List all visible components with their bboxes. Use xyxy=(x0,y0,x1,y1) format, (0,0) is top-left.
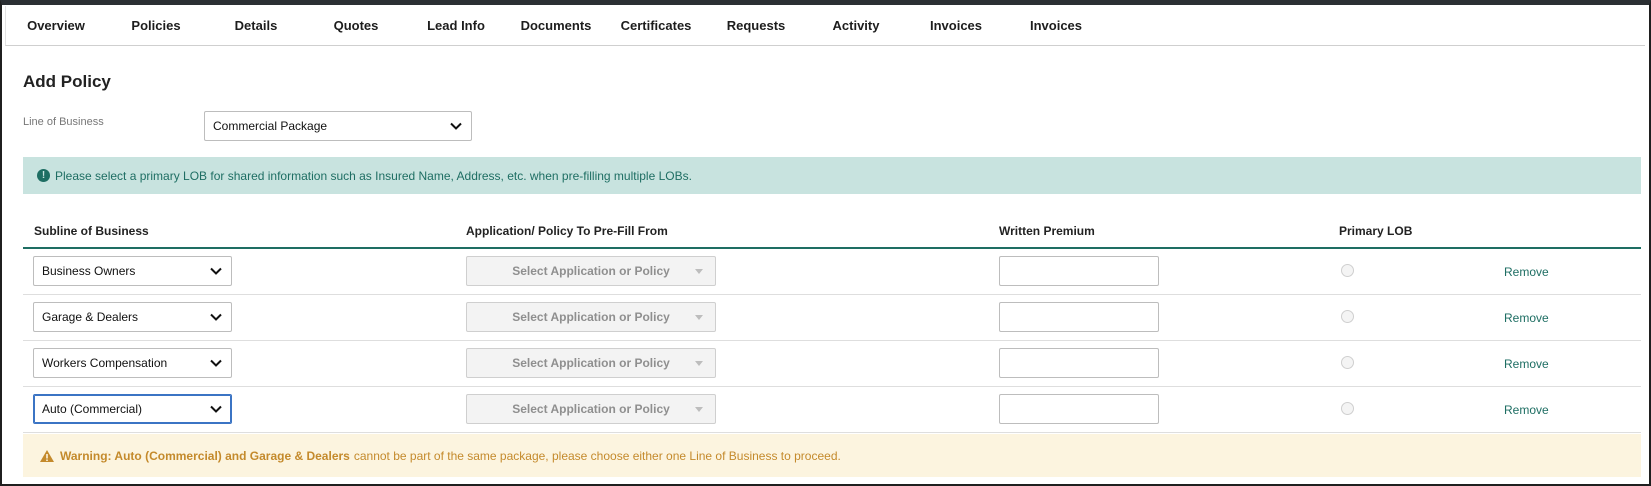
application-policy-select[interactable]: Select Application or Policy xyxy=(466,256,716,286)
warning-triangle-icon xyxy=(40,449,54,462)
primary-lob-radio[interactable] xyxy=(1341,356,1354,369)
application-policy-placeholder: Select Application or Policy xyxy=(512,402,670,416)
header-primary-lob: Primary LOB xyxy=(1339,224,1413,238)
table-row: Garage & Dealers Select Application or P… xyxy=(23,295,1641,341)
primary-lob-radio[interactable] xyxy=(1341,264,1354,277)
header-written-premium: Written Premium xyxy=(999,224,1095,238)
warning-bold-text: Warning: Auto (Commercial) and Garage & … xyxy=(60,448,350,463)
application-policy-placeholder: Select Application or Policy xyxy=(512,264,670,278)
application-policy-placeholder: Select Application or Policy xyxy=(512,356,670,370)
tab-details[interactable]: Details xyxy=(206,18,306,33)
remove-link[interactable]: Remove xyxy=(1504,311,1549,325)
subline-select[interactable]: Workers Compensation xyxy=(33,348,232,378)
application-policy-select[interactable]: Select Application or Policy xyxy=(466,348,716,378)
tab-policies[interactable]: Policies xyxy=(106,18,206,33)
line-of-business-select[interactable]: Commercial Package xyxy=(204,111,472,141)
tab-lead-info[interactable]: Lead Info xyxy=(406,18,506,33)
subline-select[interactable]: Business Owners xyxy=(33,256,232,286)
written-premium-input[interactable] xyxy=(999,394,1159,424)
warning-banner: Warning: Auto (Commercial) and Garage & … xyxy=(23,434,1641,477)
tab-documents[interactable]: Documents xyxy=(506,18,606,33)
line-of-business-value: Commercial Package xyxy=(213,119,328,133)
subline-value: Garage & Dealers xyxy=(42,310,139,324)
written-premium-input[interactable] xyxy=(999,348,1159,378)
tab-invoices-2[interactable]: Invoices xyxy=(1006,18,1106,33)
chevron-down-icon xyxy=(210,359,222,367)
tab-certificates[interactable]: Certificates xyxy=(606,18,706,33)
table-row: Business Owners Select Application or Po… xyxy=(23,249,1641,295)
info-banner-text: Please select a primary LOB for shared i… xyxy=(55,168,692,183)
tab-quotes[interactable]: Quotes xyxy=(306,18,406,33)
tab-bar: Overview Policies Details Quotes Lead In… xyxy=(5,6,1645,46)
primary-lob-radio[interactable] xyxy=(1341,310,1354,323)
chevron-down-icon xyxy=(450,122,462,130)
primary-lob-radio[interactable] xyxy=(1341,402,1354,415)
tab-overview[interactable]: Overview xyxy=(6,18,106,33)
line-of-business-label: Line of Business xyxy=(23,116,104,128)
caret-down-icon xyxy=(695,315,703,320)
application-policy-placeholder: Select Application or Policy xyxy=(512,310,670,324)
caret-down-icon xyxy=(695,269,703,274)
subline-select[interactable]: Garage & Dealers xyxy=(33,302,232,332)
tab-activity[interactable]: Activity xyxy=(806,18,906,33)
written-premium-input[interactable] xyxy=(999,302,1159,332)
warning-text: cannot be part of the same package, plea… xyxy=(353,448,841,463)
subline-value: Auto (Commercial) xyxy=(42,402,143,416)
table-row: Auto (Commercial) Select Application or … xyxy=(23,387,1641,433)
table-row: Workers Compensation Select Application … xyxy=(23,341,1641,387)
chevron-down-icon xyxy=(210,405,222,413)
caret-down-icon xyxy=(695,361,703,366)
remove-link[interactable]: Remove xyxy=(1504,403,1549,417)
written-premium-input[interactable] xyxy=(999,256,1159,286)
subline-value: Business Owners xyxy=(42,264,136,278)
chevron-down-icon xyxy=(210,313,222,321)
subline-value: Workers Compensation xyxy=(42,356,168,370)
header-subline: Subline of Business xyxy=(34,224,149,238)
application-policy-select[interactable]: Select Application or Policy xyxy=(466,394,716,424)
tab-requests[interactable]: Requests xyxy=(706,18,806,33)
header-application: Application/ Policy To Pre-Fill From xyxy=(466,224,668,238)
info-banner: ! Please select a primary LOB for shared… xyxy=(23,157,1641,194)
application-policy-select[interactable]: Select Application or Policy xyxy=(466,302,716,332)
subline-select[interactable]: Auto (Commercial) xyxy=(33,394,232,424)
page-title: Add Policy xyxy=(23,72,111,91)
info-circle-icon: ! xyxy=(37,169,50,182)
caret-down-icon xyxy=(695,407,703,412)
remove-link[interactable]: Remove xyxy=(1504,265,1549,279)
tab-invoices[interactable]: Invoices xyxy=(906,18,1006,33)
remove-link[interactable]: Remove xyxy=(1504,357,1549,371)
chevron-down-icon xyxy=(210,267,222,275)
